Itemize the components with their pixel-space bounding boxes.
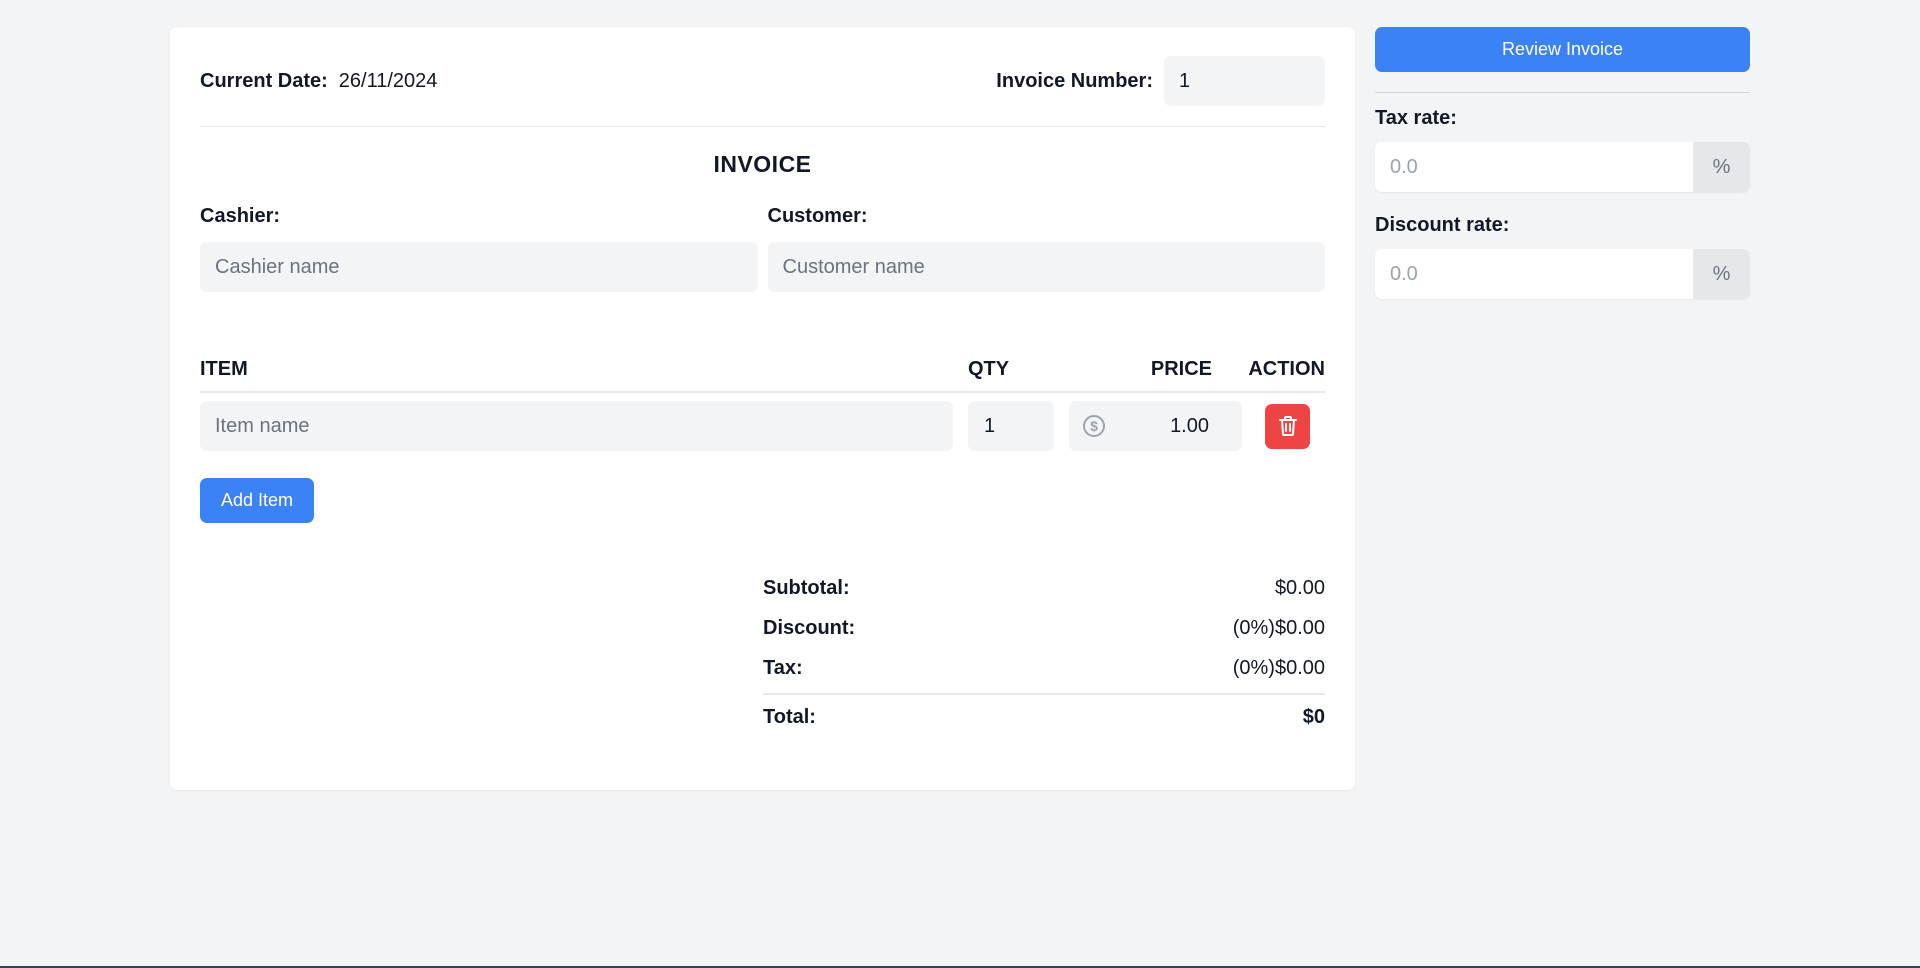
- header-divider: [200, 126, 1325, 127]
- add-item-button[interactable]: Add Item: [200, 478, 314, 523]
- current-date-label: Current Date:: [200, 69, 328, 92]
- column-header-qty: QTY: [968, 358, 1010, 380]
- invoice-number-label: Invoice Number:: [996, 69, 1153, 92]
- tax-label: Tax:: [763, 656, 803, 679]
- customer-input[interactable]: Customer name: [767, 242, 1325, 292]
- discount-rate-input[interactable]: 0.0: [1375, 249, 1693, 299]
- item-qty-input[interactable]: 1: [968, 401, 1054, 451]
- total-value: $0: [1302, 705, 1325, 728]
- item-price-value: 1.00: [1170, 414, 1209, 437]
- customer-group: Customer: Customer name: [767, 205, 1325, 292]
- invoice-number-group: Invoice Number: 1: [996, 56, 1325, 106]
- cashier-label: Cashier:: [200, 205, 281, 227]
- discount-rate-suffix: %: [1693, 249, 1750, 299]
- tax-rate-input[interactable]: 0.0: [1375, 142, 1693, 192]
- current-date-group: Current Date: 26/11/2024: [200, 70, 437, 93]
- cashier-group: Cashier: Cashier name: [200, 205, 758, 292]
- tax-value: (0%)$0.00: [1232, 656, 1325, 679]
- tax-rate-group: 0.0 %: [1375, 142, 1750, 192]
- current-date-value: 26/11/2024: [338, 69, 438, 92]
- subtotal-value: $0.00: [1274, 576, 1325, 599]
- invoice-title: INVOICE: [713, 151, 812, 177]
- dollar-circle-icon: $: [1083, 415, 1105, 437]
- discount-rate-group: 0.0 %: [1375, 249, 1750, 299]
- items-table-header: ITEM QTY PRICE ACTION: [200, 358, 1325, 393]
- invoice-header-row: Current Date: 26/11/2024 Invoice Number:…: [200, 56, 1325, 106]
- tax-row: Tax: (0%)$0.00: [763, 648, 1325, 688]
- item-price-input[interactable]: $ 1.00: [1069, 401, 1242, 451]
- trash-icon: [1278, 416, 1297, 436]
- totals-divider: [763, 693, 1325, 695]
- subtotal-label: Subtotal:: [763, 576, 850, 599]
- total-row: Total: $0: [763, 697, 1325, 737]
- total-label: Total:: [763, 705, 816, 728]
- tax-rate-suffix: %: [1693, 142, 1750, 192]
- invoice-card: Current Date: 26/11/2024 Invoice Number:…: [170, 27, 1355, 790]
- item-name-input[interactable]: Item name: [200, 401, 953, 451]
- customer-label: Customer:: [767, 205, 868, 227]
- cashier-input[interactable]: Cashier name: [200, 242, 758, 292]
- discount-value: (0%)$0.00: [1232, 616, 1325, 639]
- subtotal-row: Subtotal: $0.00: [763, 568, 1325, 608]
- delete-item-button[interactable]: [1265, 403, 1310, 449]
- table-row: Item name 1 $ 1.00: [200, 401, 1325, 451]
- review-invoice-button[interactable]: Review Invoice: [1375, 27, 1750, 72]
- discount-row: Discount: (0%)$0.00: [763, 608, 1325, 648]
- parties-section: Cashier: Cashier name Customer: Customer…: [200, 205, 1325, 292]
- settings-sidebar: Review Invoice Tax rate: 0.0 % Discount …: [1375, 27, 1750, 299]
- totals-section: Subtotal: $0.00 Discount: (0%)$0.00 Tax:…: [763, 568, 1325, 737]
- column-header-action: ACTION: [1248, 358, 1325, 380]
- column-header-item: ITEM: [200, 358, 248, 380]
- invoice-number-input[interactable]: 1: [1164, 56, 1325, 106]
- discount-label: Discount:: [763, 616, 856, 639]
- tax-rate-label: Tax rate:: [1375, 107, 1457, 129]
- sidebar-divider: [1375, 92, 1750, 93]
- column-header-price: PRICE: [1150, 358, 1212, 380]
- discount-rate-label: Discount rate:: [1375, 214, 1510, 236]
